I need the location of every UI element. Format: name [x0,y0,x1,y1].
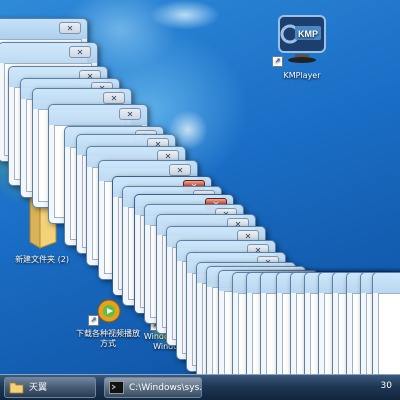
folder-label: 新建文件夹 (2) [15,255,69,264]
taskbar-button-label: C:\Windows\sys... [129,383,202,393]
shortcut-arrow-icon: ↗ [272,56,283,67]
close-icon[interactable]: ✕ [103,92,125,104]
video-shortcut-label: 下载各种视频播放方式 [76,329,140,348]
shortcut-arrow-icon: ↗ [88,315,99,326]
taskbar-button-label: 天翼 [29,383,48,393]
close-icon[interactable]: ✕ [59,22,81,34]
kmplayer-icon[interactable]: KMP ↗ KMPlayer [266,14,338,81]
window-body-text: 壮阳 [373,321,400,331]
close-icon[interactable]: ✕ [119,108,141,120]
console-icon [109,381,124,394]
desktop: KMP ↗ KMPlayer 新建文件夹 (2) ↗ 下载各种视频播放方式 ↗ … [0,0,400,374]
taskbar: 天翼 C:\Windows\sys... 30 [0,374,400,400]
tray-count: 30 [380,381,392,391]
close-icon[interactable]: ✕ [169,164,191,176]
taskbar-button-folder[interactable]: 天翼 [4,377,96,398]
light-flare [150,0,220,30]
taskbar-button-console[interactable]: C:\Windows\sys... [104,377,202,398]
folder-icon [9,382,24,394]
kmplayer-label: KMPlayer [283,71,321,80]
window-client-area [378,293,400,374]
close-icon[interactable]: ✕ [69,46,91,58]
dialog-window[interactable]: ✕壮阳 [372,272,400,374]
kmplayer-logo-text: KMP [298,29,318,39]
kmplayer-logo: KMP [278,15,326,63]
